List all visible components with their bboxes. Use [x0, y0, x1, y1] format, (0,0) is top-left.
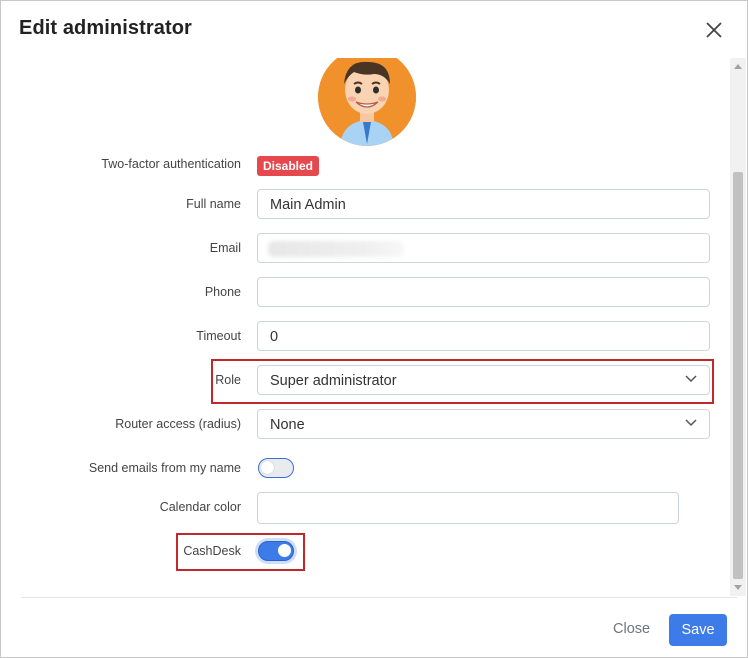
full-name-field[interactable]: Main Admin	[257, 189, 710, 219]
avatar-icon	[318, 58, 416, 146]
form-scroll-area[interactable]: Two-factor authentication Disabled Full …	[1, 58, 747, 596]
router-access-select-value: None	[270, 417, 305, 433]
footer-divider	[21, 597, 737, 598]
email-label: Email	[209, 241, 241, 255]
scrollbar-thumb[interactable]	[733, 172, 743, 579]
save-button[interactable]: Save	[669, 614, 727, 646]
role-highlight-box	[211, 359, 714, 404]
calendar-color-field[interactable]	[257, 492, 679, 524]
timeout-field[interactable]: 0	[257, 321, 710, 351]
calendar-color-label: Calendar color	[159, 500, 241, 514]
edit-administrator-dialog: Edit administrator Two-factor authentica…	[0, 0, 748, 658]
chevron-down-icon	[685, 419, 697, 427]
send-emails-label: Send emails from my name	[88, 461, 241, 475]
role-label: Role	[215, 373, 241, 387]
close-button[interactable]: Close	[605, 615, 658, 657]
dialog-title: Edit administrator	[19, 17, 192, 39]
router-access-label: Router access (radius)	[115, 417, 241, 431]
avatar	[318, 58, 416, 146]
email-redacted-value	[268, 241, 404, 257]
email-field[interactable]	[257, 233, 710, 263]
phone-field[interactable]	[257, 277, 710, 307]
two-factor-label: Two-factor authentication	[101, 157, 241, 171]
send-emails-toggle[interactable]	[258, 458, 294, 478]
close-icon[interactable]	[701, 17, 727, 43]
router-access-select[interactable]: None	[257, 409, 710, 439]
full-name-label: Full name	[186, 197, 241, 211]
phone-label: Phone	[204, 285, 241, 299]
timeout-label: Timeout	[196, 329, 241, 343]
two-factor-status-badge: Disabled	[257, 156, 320, 176]
scroll-down-icon[interactable]	[734, 585, 742, 590]
scrollbar[interactable]	[730, 58, 746, 596]
scroll-up-icon[interactable]	[734, 64, 742, 69]
toggle-knob	[261, 461, 274, 474]
cashdesk-highlight-box	[176, 533, 305, 571]
